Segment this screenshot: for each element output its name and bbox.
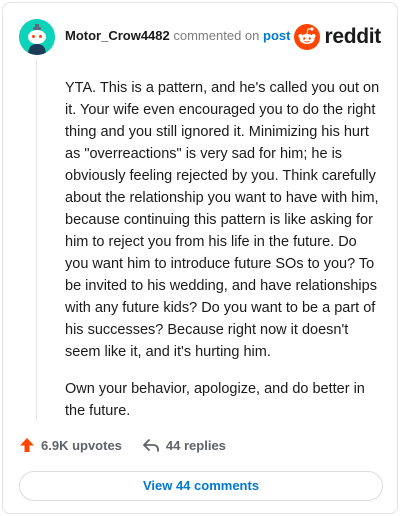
- comment-paragraph: YTA. This is a pattern, and he's called …: [65, 80, 380, 360]
- comment-meta: Motor_Crow4482 commented on post: [65, 28, 290, 44]
- reply-count: 44 replies: [165, 437, 226, 453]
- comment-header: Motor_Crow4482 commented on post reddit: [19, 17, 381, 57]
- upvote-arrow-icon: [20, 438, 34, 452]
- comment-card: Motor_Crow4482 commented on post reddit …: [2, 2, 398, 514]
- thread-line: [36, 59, 37, 421]
- comment-body: YTA. This is a pattern, and he's called …: [65, 77, 383, 437]
- username-link[interactable]: Motor_Crow4482: [65, 28, 170, 43]
- comment-actions: 6.9K upvotes 44 replies: [19, 434, 246, 456]
- post-link[interactable]: post: [263, 28, 290, 43]
- reply-arrow-icon: [143, 439, 159, 452]
- view-comments-button[interactable]: View 44 comments: [19, 471, 383, 501]
- snoo-avatar-icon[interactable]: [19, 19, 55, 55]
- replies-button[interactable]: 44 replies: [142, 437, 226, 453]
- commented-on-text: commented on: [173, 28, 260, 43]
- upvote-count: 6.9K upvotes: [41, 437, 122, 453]
- upvote-button[interactable]: 6.9K upvotes: [19, 437, 122, 453]
- reddit-wordmark: reddit: [324, 25, 381, 48]
- reddit-logo[interactable]: reddit: [294, 23, 381, 51]
- reddit-snoo-icon: [294, 24, 321, 50]
- comment-paragraph: Own your behavior, apologize, and do bet…: [65, 381, 365, 419]
